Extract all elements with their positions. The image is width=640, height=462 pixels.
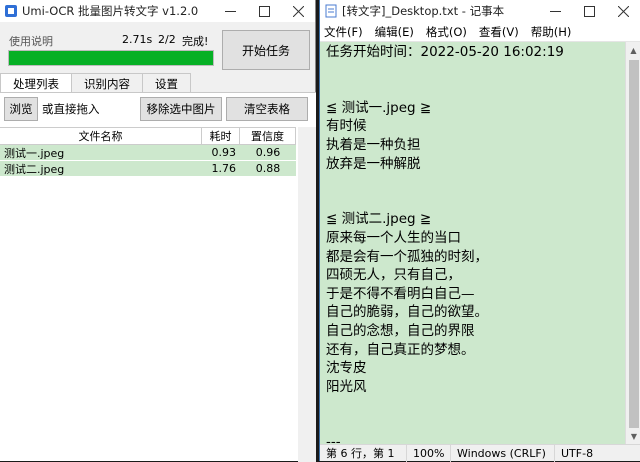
text-line — [326, 173, 619, 192]
row-confidence: 0.88 — [255, 162, 281, 175]
maximize-icon[interactable] — [572, 0, 606, 22]
header-filename[interactable]: 文件名称 — [0, 128, 202, 144]
umi-ocr-window: Umi-OCR 批量图片转文字 v1.2.0 使用说明 2.71s 2/2 完成… — [0, 0, 316, 462]
file-table: 文件名称 耗时 置信度 测试一.jpeg 0.93 0.96 测试二.jpeg … — [0, 127, 296, 177]
text-line — [326, 415, 619, 434]
elapsed-time: 2.71s — [122, 33, 153, 46]
status-bar: 第 6 行，第 1 100% Windows (CRLF) UTF-8 — [320, 444, 640, 462]
close-icon[interactable] — [606, 0, 640, 22]
clear-table-button[interactable]: 清空表格 — [226, 97, 308, 121]
text-line: 沈专皮 — [326, 360, 367, 377]
menu-bar: 文件(F) 编辑(E) 格式(O) 查看(V) 帮助(H) — [320, 22, 640, 42]
text-line: --- — [326, 434, 341, 444]
notepad-icon — [324, 4, 338, 18]
line-ending: Windows (CRLF) — [450, 444, 554, 462]
text-line: 自己的脆弱，自己的欲望。 — [326, 304, 488, 321]
header-time[interactable]: 耗时 — [202, 128, 240, 144]
progress-bar — [8, 50, 214, 66]
text-line — [326, 62, 619, 81]
status-text: 完成! — [182, 35, 209, 48]
text-line: 四硕无人，只有自己， — [326, 267, 461, 284]
scroll-up-icon[interactable]: ▲ — [626, 42, 640, 58]
drag-hint: 或直接拖入 — [42, 102, 100, 116]
menu-view[interactable]: 查看(V) — [479, 24, 519, 40]
cursor-position: 第 6 行，第 1 — [326, 447, 395, 460]
text-line — [326, 396, 619, 415]
editor-scrollbar[interactable]: ▲ ▼ — [625, 42, 640, 444]
row-time: 1.76 — [211, 162, 237, 175]
menu-edit[interactable]: 编辑(E) — [375, 24, 414, 40]
maximize-icon[interactable] — [247, 0, 281, 22]
process-list-panel: 浏览 或直接拖入 移除选中图片 清空表格 文件名称 耗时 置信度 测试一.jpe… — [0, 92, 316, 462]
table-row[interactable]: 测试二.jpeg 1.76 0.88 — [0, 161, 296, 177]
help-link[interactable]: 使用说明 — [9, 33, 53, 49]
text-line — [326, 80, 619, 99]
umi-window-title: Umi-OCR 批量图片转文字 v1.2.0 — [22, 4, 199, 18]
umi-titlebar[interactable]: Umi-OCR 批量图片转文字 v1.2.0 — [0, 0, 315, 22]
list-toolbar: 浏览 或直接拖入 移除选中图片 清空表格 — [4, 97, 312, 121]
tab-process-list[interactable]: 处理列表 — [0, 73, 72, 93]
menu-format[interactable]: 格式(O) — [426, 24, 467, 40]
tab-recognized-content[interactable]: 识别内容 — [71, 73, 143, 93]
text-line: ≦ 测试一.jpeg ≧ — [326, 99, 432, 116]
tab-bar: 处理列表 识别内容 设置 — [0, 73, 191, 93]
close-icon[interactable] — [281, 0, 315, 22]
row-filename: 测试二.jpeg — [4, 162, 65, 176]
text-line: 还有，自己真正的梦想。 — [326, 341, 475, 358]
scroll-down-icon[interactable]: ▼ — [626, 428, 640, 444]
tab-settings[interactable]: 设置 — [142, 73, 191, 93]
remove-selected-button[interactable]: 移除选中图片 — [140, 97, 222, 121]
text-line — [326, 192, 619, 211]
text-line: 放弃是一种解脱 — [326, 155, 421, 172]
table-scrollbar[interactable] — [298, 127, 316, 462]
header-confidence[interactable]: 置信度 — [240, 128, 296, 144]
notepad-window-title: [转文字]_Desktop.txt - 记事本 — [342, 4, 505, 18]
browse-button[interactable]: 浏览 — [4, 97, 38, 121]
row-time: 0.93 — [211, 146, 237, 159]
row-confidence: 0.96 — [255, 146, 281, 159]
menu-file[interactable]: 文件(F) — [324, 24, 363, 40]
text-line: 执着是一种负担 — [326, 136, 421, 153]
text-line: ≦ 测试二.jpeg ≧ — [326, 211, 432, 228]
zoom-level: 100% — [406, 444, 450, 462]
umi-app-icon — [4, 4, 18, 18]
menu-help[interactable]: 帮助(H) — [531, 24, 572, 40]
table-row[interactable]: 测试一.jpeg 0.93 0.96 — [0, 145, 296, 161]
start-task-button[interactable]: 开始任务 — [222, 30, 310, 70]
row-filename: 测试一.jpeg — [4, 146, 65, 160]
table-header: 文件名称 耗时 置信度 — [0, 127, 296, 145]
text-line: 自己的念想，自己的界限 — [326, 322, 475, 339]
notepad-window: [转文字]_Desktop.txt - 记事本 文件(F) 编辑(E) 格式(O… — [319, 0, 640, 462]
text-line: 阳光风 — [326, 378, 367, 395]
text-line: 于是不得不看明白自己— — [326, 285, 475, 302]
encoding: UTF-8 — [554, 444, 640, 462]
text-line: 都是会有一个孤独的时刻， — [326, 248, 488, 265]
text-line: 任务开始时间：2022-05-20 16:02:19 — [326, 44, 564, 60]
text-line: 原来每一个人生的当口 — [326, 229, 461, 246]
scroll-thumb[interactable] — [629, 60, 639, 428]
processed-count: 2/2 — [158, 33, 176, 46]
progress-fill — [9, 51, 213, 65]
minimize-icon[interactable] — [538, 0, 572, 22]
notepad-titlebar[interactable]: [转文字]_Desktop.txt - 记事本 — [320, 0, 640, 22]
text-editor[interactable]: 任务开始时间：2022-05-20 16:02:19 ≦ 测试一.jpeg ≧ 有时… — [320, 42, 625, 444]
minimize-icon[interactable] — [213, 0, 247, 22]
text-line: 有时候 — [326, 118, 367, 135]
